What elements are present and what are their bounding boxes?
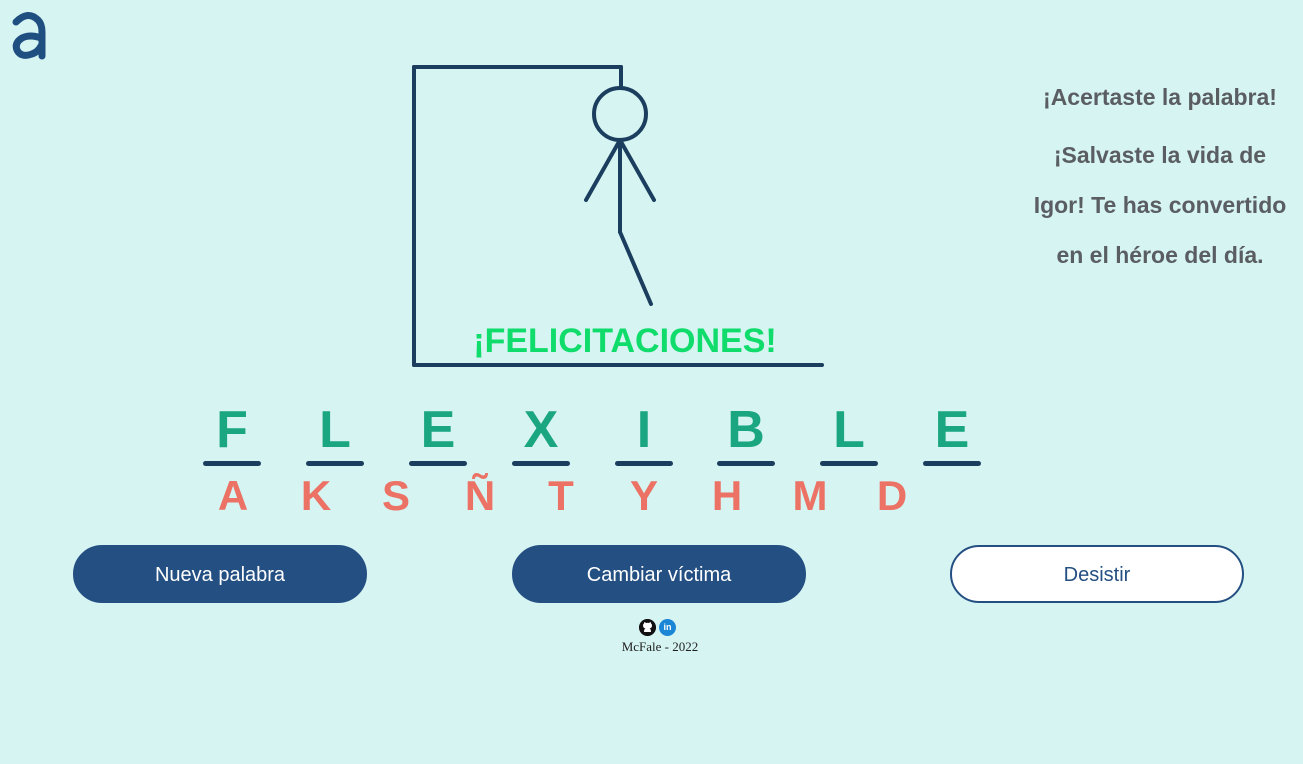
letter: L	[833, 401, 865, 459]
congrats-banner: ¡FELICITACIONES!	[473, 322, 777, 360]
letter-slot: F	[203, 402, 261, 466]
wrong-letter: Y	[629, 472, 658, 519]
letter-underline	[717, 461, 775, 466]
github-icon[interactable]	[639, 619, 656, 636]
letter-underline	[820, 461, 878, 466]
new-word-button[interactable]: Nueva palabra	[73, 545, 367, 603]
change-victim-button[interactable]: Cambiar víctima	[512, 545, 806, 603]
letter-slot: I	[615, 402, 673, 466]
give-up-button[interactable]: Desistir	[950, 545, 1244, 603]
wrong-letter: M	[792, 472, 828, 519]
letter-underline	[512, 461, 570, 466]
letter: L	[319, 401, 351, 459]
wrong-letter: K	[300, 472, 332, 519]
hangman-right-arm	[618, 138, 656, 202]
hangman-right-leg	[618, 230, 653, 306]
letter-slot: L	[306, 402, 364, 466]
letter-underline	[203, 461, 261, 466]
letter-underline	[306, 461, 364, 466]
letter: E	[420, 401, 456, 459]
wrong-letter: A	[217, 472, 249, 519]
letter-slot: E	[409, 402, 467, 466]
result-message-line-2: ¡Salvaste la vida de Igor! Te has conver…	[1033, 142, 1287, 268]
letter: E	[934, 401, 970, 459]
wrong-letter: T	[548, 472, 574, 519]
a-logo-icon[interactable]	[8, 8, 48, 60]
linkedin-icon[interactable]: in	[659, 619, 676, 636]
wrong-letters: A K S Ñ T Y H M D	[200, 472, 940, 522]
result-message-line-1: ¡Acertaste la palabra!	[1043, 84, 1277, 110]
letter: B	[727, 401, 765, 459]
letter-underline	[615, 461, 673, 466]
wrong-letter: D	[876, 472, 908, 519]
letter-slot: L	[820, 402, 878, 466]
letter-underline	[923, 461, 981, 466]
letter-slot: B	[717, 402, 775, 466]
wrong-letter: H	[711, 472, 743, 519]
letter-slot: E	[923, 402, 981, 466]
result-message: ¡Acertaste la palabra! ¡Salvaste la vida…	[1030, 72, 1290, 288]
hangman-left-arm	[584, 138, 622, 202]
letter: I	[636, 401, 652, 459]
wrong-letter: Ñ	[464, 472, 496, 519]
hangman-head	[592, 86, 648, 142]
social-links: in	[637, 618, 679, 638]
wrong-letter: S	[381, 472, 410, 519]
letter-underline	[409, 461, 467, 466]
letter-slot: X	[512, 402, 570, 466]
letter: F	[216, 401, 248, 459]
footer-credit: McFale - 2022	[621, 639, 699, 654]
letter: X	[523, 401, 559, 459]
word-display: F L E X I B L E	[200, 402, 990, 466]
